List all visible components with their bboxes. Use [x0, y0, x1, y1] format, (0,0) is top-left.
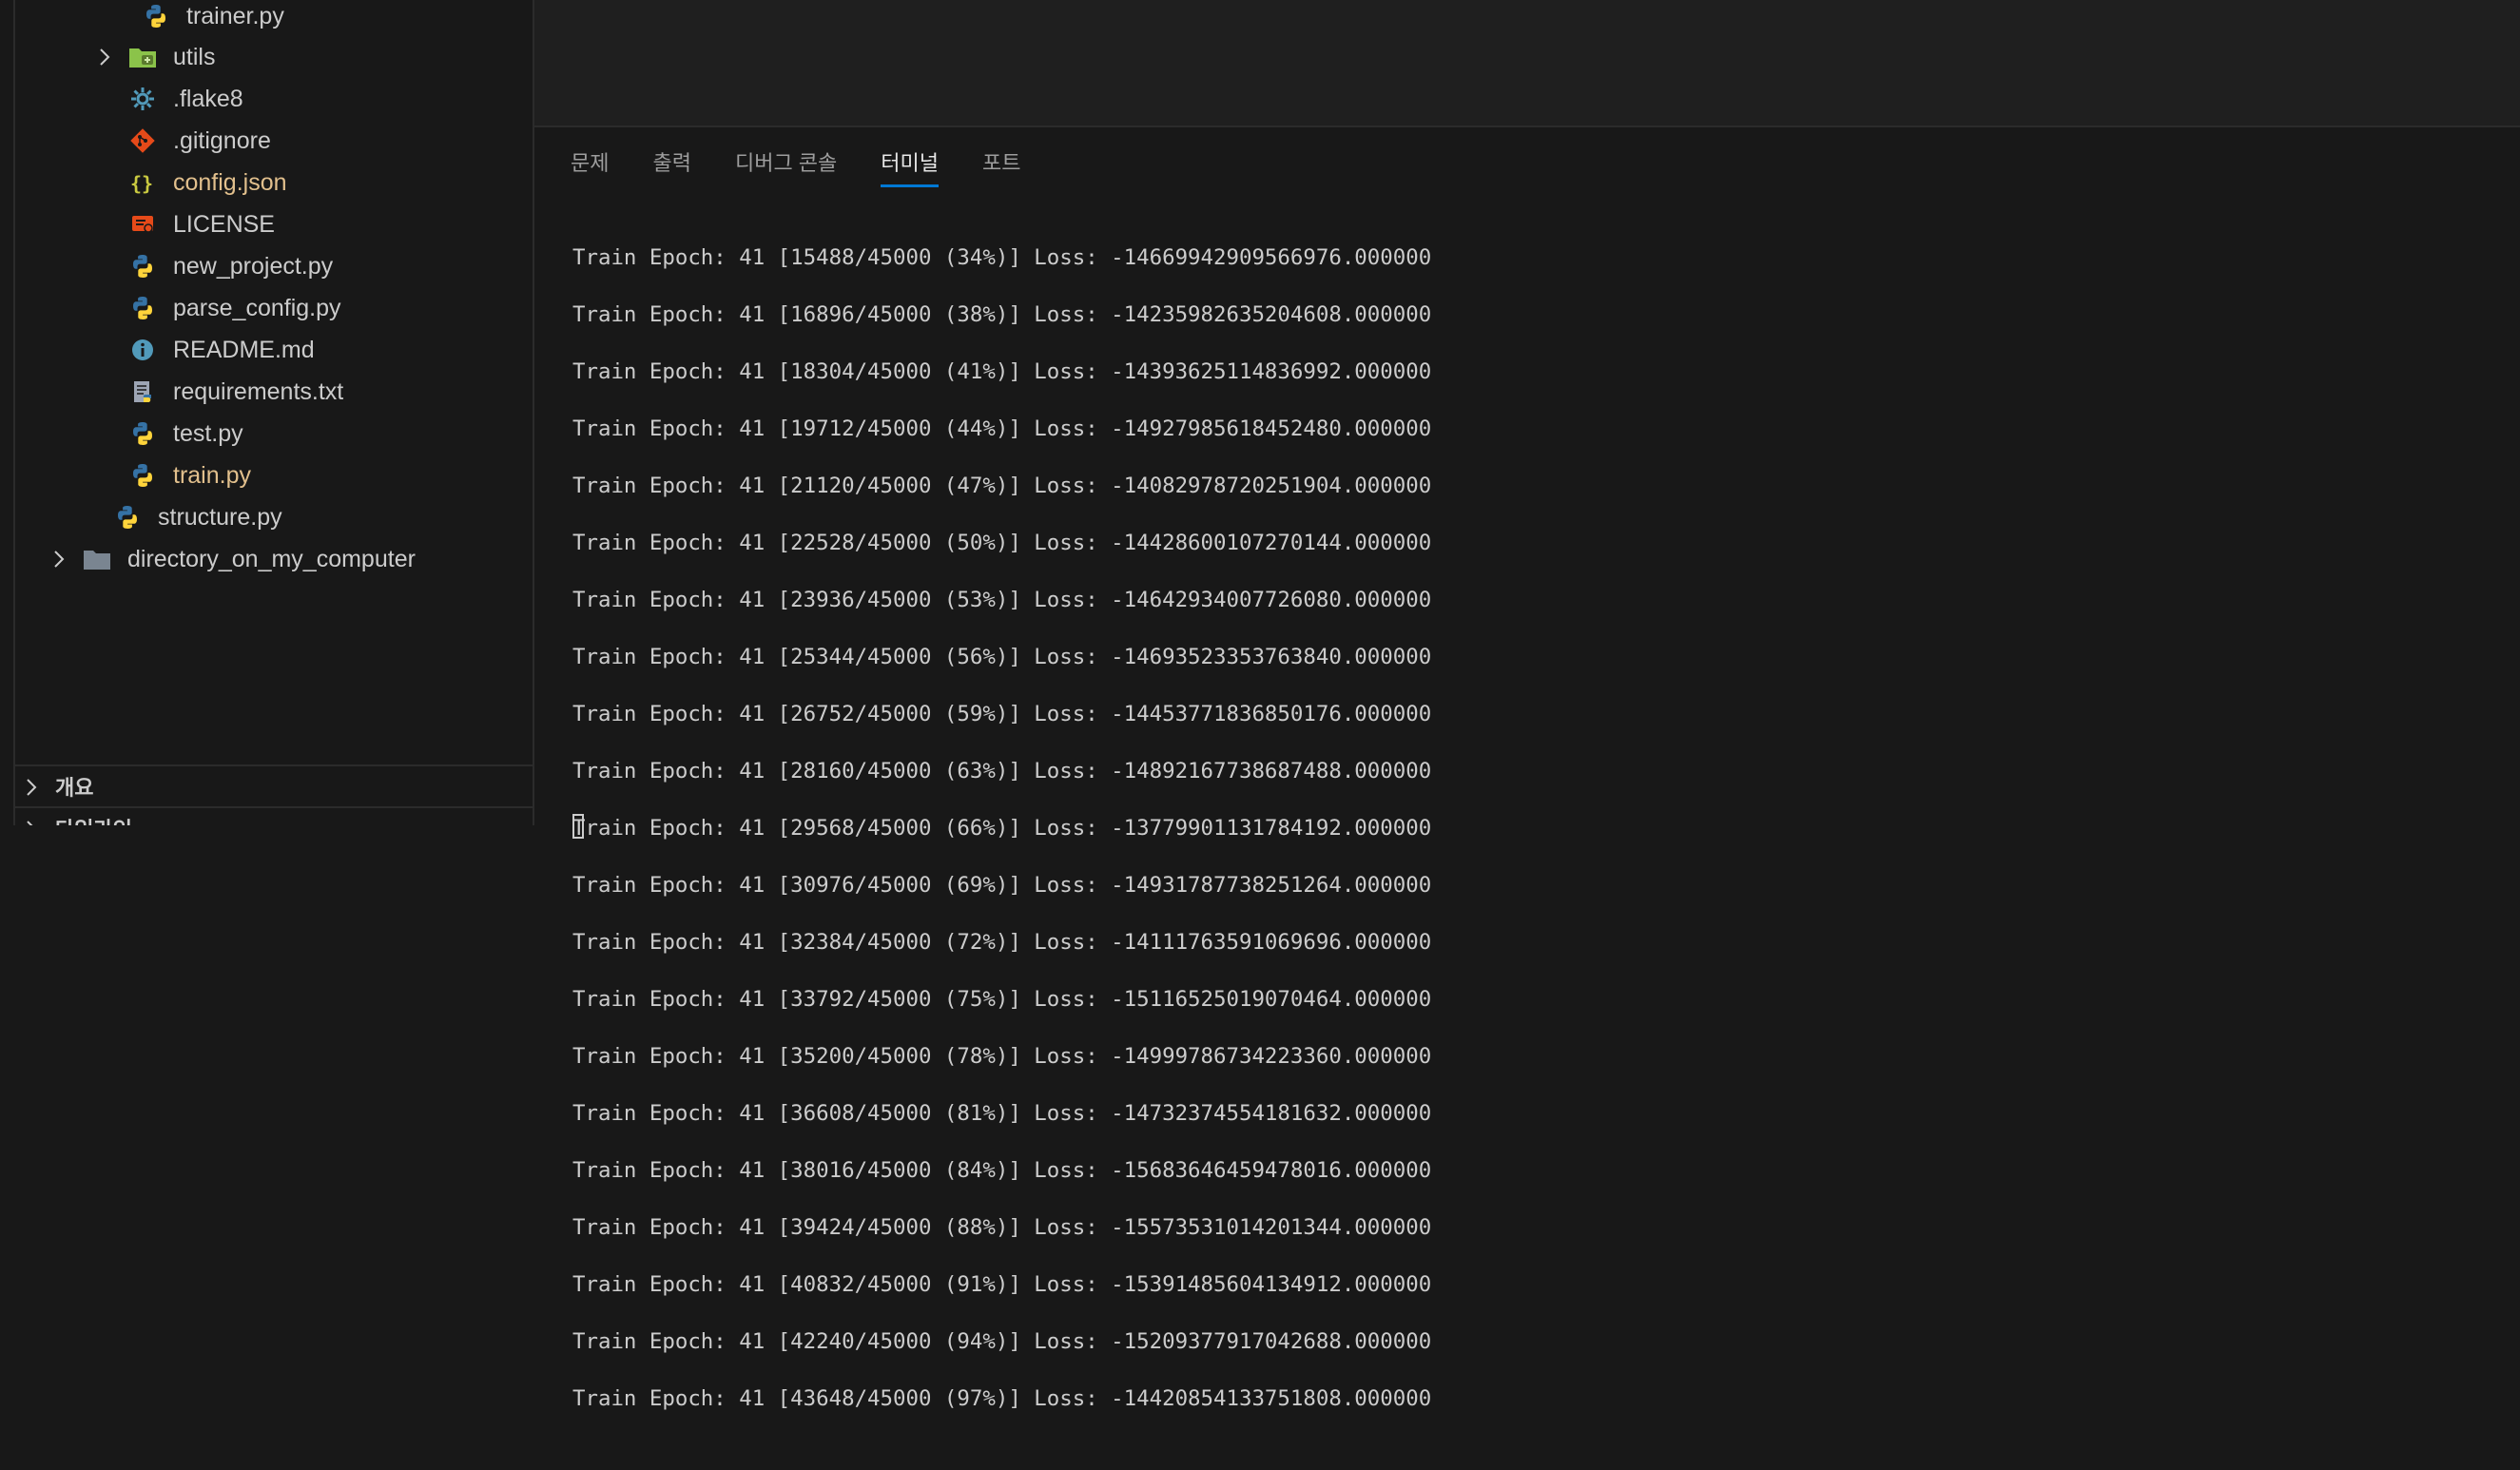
- chevron-right-icon: [25, 778, 42, 796]
- tab-ports[interactable]: 포트: [982, 146, 1020, 187]
- terminal-line: Train Epoch: 41 [42240/45000 (94%)] Loss…: [572, 1329, 1432, 1354]
- activity-bar-edge: [0, 0, 15, 825]
- json-icon: {}: [127, 167, 158, 198]
- tab-debug-console[interactable]: 디버그 콘솔: [735, 146, 837, 187]
- chevron-right-icon: [49, 550, 68, 569]
- python-icon: [127, 293, 158, 323]
- terminal-line: Train Epoch: 41 [32384/45000 (72%)] Loss…: [572, 930, 1432, 955]
- tree-item-label: requirements.txt: [173, 377, 344, 405]
- tree-item-label: .gitignore: [173, 126, 271, 154]
- python-icon: [127, 251, 158, 281]
- terminal-line: Train Epoch: 41 [40832/45000 (91%)] Loss…: [572, 1272, 1432, 1297]
- tree-item-license[interactable]: LICENSE: [15, 203, 533, 245]
- explorer-sidebar: trainer.py utils .flake8 .gitignore {} c…: [15, 0, 534, 825]
- folder-icon: [82, 544, 112, 574]
- tree-item-train-py[interactable]: train.py M: [15, 455, 533, 496]
- panel-tabs: 문제 출력 디버그 콘솔 터미널 포트: [571, 146, 1065, 187]
- chevron-right-icon: [25, 820, 42, 825]
- python-icon: [127, 460, 158, 491]
- info-icon: [127, 335, 158, 365]
- terminal-line: Train Epoch: 41 [30976/45000 (69%)] Loss…: [572, 873, 1432, 898]
- terminal-line: Train Epoch: 41 [16896/45000 (38%)] Loss…: [572, 302, 1432, 327]
- terminal-line: Train Epoch: 41 [35200/45000 (78%)] Loss…: [572, 1044, 1432, 1069]
- terminal-line: Train Epoch: 41 [28160/45000 (63%)] Loss…: [572, 759, 1432, 783]
- tree-item-label: .flake8: [173, 85, 243, 112]
- section-label: 타임라인: [55, 813, 132, 825]
- terminal-line: Train Epoch: 41 [26752/45000 (59%)] Loss…: [572, 702, 1432, 726]
- terminal-line: Train Epoch: 41 [43648/45000 (97%)] Loss…: [572, 1386, 1432, 1411]
- tree-item-parse-config-py[interactable]: parse_config.py: [15, 287, 533, 329]
- tab-output[interactable]: 출력: [652, 146, 690, 187]
- git-icon: [127, 126, 158, 156]
- tree-item-label: directory_on_my_computer: [127, 545, 416, 572]
- tree-item-label: utils: [173, 43, 216, 70]
- terminal-line: Train Epoch: 41 [29568/45000 (66%)] Loss…: [572, 816, 1432, 841]
- terminal-line: Train Epoch: 41 [36608/45000 (81%)] Loss…: [572, 1101, 1432, 1126]
- tree-item-label: train.py: [173, 461, 251, 489]
- tab-problems[interactable]: 문제: [571, 146, 609, 187]
- tree-item-requirements-txt[interactable]: requirements.txt: [15, 371, 533, 413]
- python-icon: [127, 418, 158, 449]
- tree-item-label: LICENSE: [173, 210, 275, 238]
- tree-item-test-py[interactable]: test.py: [15, 413, 533, 455]
- editor-area[interactable]: [534, 0, 2520, 127]
- terminal-line: Train Epoch: 41 [15488/45000 (34%)] Loss…: [572, 245, 1432, 270]
- section-timeline[interactable]: 타임라인: [15, 808, 533, 825]
- tree-item-utils-folder[interactable]: utils: [15, 36, 533, 78]
- tree-item-label: test.py: [173, 419, 243, 447]
- tab-terminal[interactable]: 터미널: [881, 146, 940, 187]
- tree-item-label: README.md: [173, 336, 315, 363]
- chevron-right-icon: [95, 48, 114, 67]
- terminal-line: Train Epoch: 41 [18304/45000 (41%)] Loss…: [572, 359, 1432, 384]
- terminal-line: Train Epoch: 41 [23936/45000 (53%)] Loss…: [572, 588, 1432, 612]
- tree-item-readme[interactable]: README.md: [15, 329, 533, 371]
- text-file-icon: [127, 377, 158, 407]
- folder-icon: [127, 42, 158, 72]
- bottom-panel: 문제 출력 디버그 콘솔 터미널 포트 Train Epoch: 41 [154…: [534, 127, 2520, 1411]
- tree-item-flake8[interactable]: .flake8: [15, 78, 533, 120]
- license-icon: [127, 209, 158, 240]
- terminal-line: Train Epoch: 41 [21120/45000 (47%)] Loss…: [572, 474, 1432, 498]
- section-label: 개요: [55, 776, 94, 800]
- tree-item-label: trainer.py: [186, 2, 284, 29]
- svg-text:{}: {}: [130, 172, 153, 195]
- terminal-line: Train Epoch: 41 [25344/45000 (56%)] Loss…: [572, 645, 1432, 669]
- python-icon: [141, 1, 171, 31]
- tree-item-label: new_project.py: [173, 252, 334, 280]
- tree-item-structure-py[interactable]: structure.py: [15, 496, 533, 538]
- tree-item-new-project-py[interactable]: new_project.py: [15, 245, 533, 287]
- tree-item-trainer-py[interactable]: trainer.py: [15, 0, 533, 37]
- tree-item-config-json[interactable]: {} config.json M: [15, 162, 533, 203]
- terminal-line: Train Epoch: 41 [38016/45000 (84%)] Loss…: [572, 1158, 1432, 1183]
- tree-item-directory-folder[interactable]: directory_on_my_computer: [15, 538, 533, 580]
- tree-item-label: parse_config.py: [173, 294, 341, 321]
- terminal-line: Train Epoch: 41 [33792/45000 (75%)] Loss…: [572, 987, 1432, 1012]
- section-outline[interactable]: 개요: [15, 766, 533, 806]
- tree-item-label: config.json: [173, 168, 287, 196]
- terminal-line: Train Epoch: 41 [19712/45000 (44%)] Loss…: [572, 416, 1432, 441]
- terminal-cursor: [572, 814, 584, 839]
- tree-item-gitignore[interactable]: .gitignore: [15, 120, 533, 162]
- terminal-line: Train Epoch: 41 [22528/45000 (50%)] Loss…: [572, 531, 1432, 555]
- terminal-output[interactable]: Train Epoch: 41 [15488/45000 (34%)] Loss…: [572, 215, 1431, 1470]
- gear-icon: [127, 84, 158, 114]
- terminal-line: Train Epoch: 41 [39424/45000 (88%)] Loss…: [572, 1215, 1432, 1240]
- python-icon: [112, 502, 143, 532]
- tree-item-label: structure.py: [158, 503, 282, 531]
